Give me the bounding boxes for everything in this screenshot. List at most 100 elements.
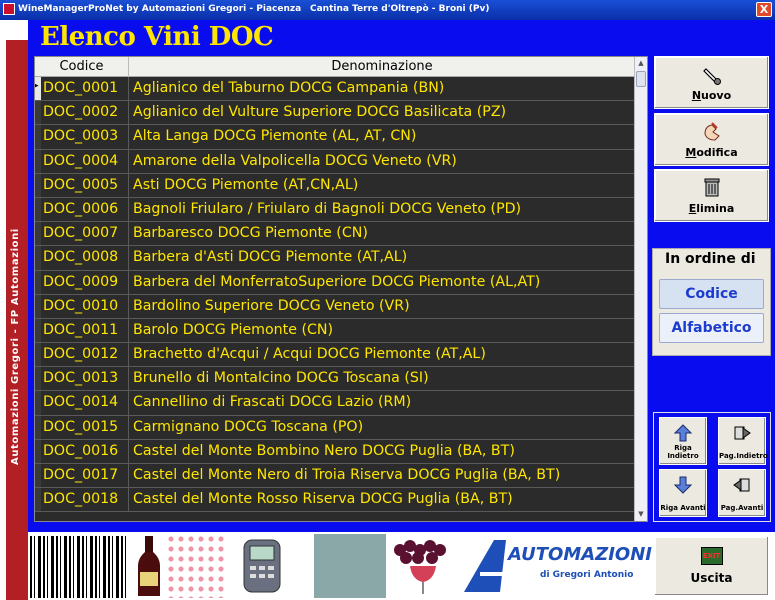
cell-code[interactable]: DOC_0015 <box>41 415 129 439</box>
cell-name[interactable]: Bagnoli Friularo / Friularo di Bagnoli D… <box>129 198 635 221</box>
cell-name[interactable]: Castel del Monte Bombino Nero DOCG Pugli… <box>129 440 635 463</box>
cell-name[interactable]: Bardolino Superiore DOCG Veneto (VR) <box>129 295 635 318</box>
vertical-brand-text: Automazioni Gregori - FP Automazioni <box>10 228 21 465</box>
cell-code[interactable]: DOC_0014 <box>41 391 129 415</box>
table-row[interactable]: DOC_0009 Barbera del MonferratoSuperiore … <box>35 270 635 295</box>
modifica-label: Modifica <box>685 146 738 159</box>
barcode-image <box>30 536 126 598</box>
cell-code[interactable]: DOC_0009 <box>41 270 129 294</box>
left-brand-strip: Automazioni Gregori - FP Automazioni <box>0 20 28 600</box>
cell-code[interactable]: DOC_0018 <box>41 488 129 512</box>
elimina-label: Elimina <box>688 202 735 215</box>
table-row[interactable]: DOC_0002 Aglianico del Vulture Superiore … <box>35 101 635 126</box>
cell-name[interactable]: Brunello di Montalcino DOCG Toscana (SI) <box>129 367 635 390</box>
table-row[interactable]: DOC_0018 Castel del Monte Rosso Riserva D… <box>35 488 635 513</box>
cell-name[interactable]: Barolo DOCG Piemonte (CN) <box>129 319 635 342</box>
table-row[interactable]: DOC_0006 Bagnoli Friularo / Friularo di B… <box>35 197 635 223</box>
cell-name[interactable]: Aglianico del Taburno DOCG Campania (BN) <box>129 77 635 100</box>
nuovo-label: Nuovo <box>691 89 732 102</box>
cell-code[interactable]: DOC_0011 <box>41 318 129 343</box>
table-row[interactable]: DOC_0013 Brunello di Montalcino DOCG Tosc… <box>35 367 635 392</box>
table-row[interactable]: DOC_0017 Castel del Monte Nero di Troia R… <box>35 464 635 489</box>
cell-name[interactable]: Asti DOCG Piemonte (AT,CN,AL) <box>129 174 635 197</box>
column-header-name[interactable]: Denominazione <box>129 57 635 77</box>
cell-code[interactable]: DOC_0002 <box>41 101 129 125</box>
row-back-button[interactable]: Riga Indietro <box>659 417 707 465</box>
cell-code[interactable]: DOC_0008 <box>41 246 129 270</box>
cell-code[interactable]: DOC_0017 <box>41 464 129 488</box>
sort-order-group: In ordine di Codice Alfabetico <box>652 248 771 356</box>
cell-name[interactable]: Barbera del MonferratoSuperiore DOCG Pie… <box>129 271 635 294</box>
scroll-thumb[interactable] <box>636 71 646 87</box>
page-back-button[interactable]: Pag.Indietro <box>718 417 768 465</box>
cell-name[interactable]: Barbera d'Asti DOCG Piemonte (AT,AL) <box>129 246 635 269</box>
app-icon <box>3 3 15 15</box>
trash-can-icon <box>704 178 719 197</box>
sort-alphabetical-button[interactable]: Alfabetico <box>659 313 764 343</box>
wine-bottle-image <box>138 536 160 596</box>
wine-grid[interactable]: Codice Denominazione DOC_0001Aglianico d… <box>34 56 648 522</box>
row-forward-label: Riga Avanti <box>660 504 706 512</box>
row-forward-button[interactable]: Riga Avanti <box>659 469 707 517</box>
cell-code[interactable]: DOC_0006 <box>41 197 129 222</box>
company-name: Cantina Terre d'Oltrepò - Broni (Pv) <box>310 4 490 14</box>
table-row[interactable]: DOC_0001Aglianico del Taburno DOCG Campa… <box>35 77 635 102</box>
column-header-code[interactable]: Codice <box>35 57 129 77</box>
cell-code[interactable]: DOC_0005 <box>41 173 129 197</box>
cell-name[interactable]: Cannellino di Frascati DOCG Lazio (RM) <box>129 391 635 414</box>
page-title: Elenco Vini DOC <box>40 22 274 52</box>
cell-code[interactable]: DOC_0010 <box>41 294 129 318</box>
grid-body: DOC_0001Aglianico del Taburno DOCG Campa… <box>35 77 635 513</box>
close-button[interactable]: X <box>756 2 772 17</box>
cell-name[interactable]: Amarone della Valpolicella DOCG Veneto (… <box>129 150 635 173</box>
table-row[interactable]: DOC_0012 Brachetto d'Acqui / Acqui DOCG P… <box>35 343 635 368</box>
page-forward-label: Pag.Avanti <box>720 504 764 512</box>
table-row[interactable]: DOC_0010 Bardolino Superiore DOCG Veneto … <box>35 294 635 319</box>
cell-name[interactable]: Brachetto d'Acqui / Acqui DOCG Piemonte … <box>129 343 635 366</box>
elimina-button[interactable]: Elimina <box>654 169 769 222</box>
navigation-group: Riga Indietro Pag.Indietro Riga Avanti P… <box>653 412 771 522</box>
nuovo-button[interactable]: Nuovo <box>654 56 769 109</box>
brand-logo: AUTOMAZIONI di Gregori Antonio <box>460 534 652 598</box>
cell-code[interactable]: DOC_0003 <box>41 125 129 149</box>
cell-name[interactable]: Castel del Monte Rosso Riserva DOCG Pugl… <box>129 488 635 511</box>
cell-name[interactable]: Aglianico del Vulture Superiore DOCG Bas… <box>129 101 635 124</box>
table-row[interactable]: DOC_0011 Barolo DOCG Piemonte (CN) <box>35 318 635 344</box>
exit-label: Uscita <box>690 571 733 585</box>
page-down-icon <box>733 478 750 492</box>
scroll-up-arrow-icon[interactable]: ▲ <box>635 57 647 70</box>
scroll-down-arrow-icon[interactable]: ▼ <box>635 508 647 521</box>
grapes-glass-image <box>394 540 446 594</box>
table-row[interactable]: DOC_0003 Alta Langa DOCG Piemonte (AL, AT… <box>35 125 635 150</box>
sort-order-label: In ordine di <box>665 251 756 267</box>
table-row[interactable]: DOC_0015 Carmignano DOCG Toscana (PO) <box>35 415 635 440</box>
cell-code[interactable]: DOC_0016 <box>41 439 129 463</box>
vertical-scrollbar[interactable]: ▲ ▼ <box>634 57 647 521</box>
title-bar: WineManagerProNet by Automazioni Gregori… <box>0 0 775 20</box>
page-forward-button[interactable]: Pag.Avanti <box>718 469 766 517</box>
table-row[interactable]: DOC_0005 Asti DOCG Piemonte (AT,CN,AL) <box>35 173 635 198</box>
cell-code[interactable]: DOC_0007 <box>41 222 129 246</box>
cell-name[interactable]: Alta Langa DOCG Piemonte (AL, AT, CN) <box>129 125 635 148</box>
exit-button[interactable]: EXIT Uscita <box>654 536 769 596</box>
table-row[interactable]: DOC_0016 Castel del Monte Bombino Nero DO… <box>35 439 635 464</box>
table-row[interactable]: DOC_0014 Cannellino di Frascati DOCG Lazi… <box>35 391 635 416</box>
cell-code[interactable]: DOC_0004 <box>41 149 129 173</box>
table-row[interactable]: DOC_0007 Barbaresco DOCG Piemonte (CN) <box>35 222 635 247</box>
cell-code[interactable]: DOC_0001 <box>41 77 129 101</box>
footer-strip: AUTOMAZIONI di Gregori Antonio EXIT Usci… <box>28 532 775 600</box>
page-up-icon <box>734 426 751 440</box>
bottle-opener-icon <box>702 68 721 85</box>
table-row[interactable]: DOC_0004 Amarone della Valpolicella DOCG … <box>35 149 635 174</box>
barcode-scanner-image <box>243 539 281 593</box>
cell-name[interactable]: Carmignano DOCG Toscana (PO) <box>129 416 635 439</box>
cell-code[interactable]: DOC_0012 <box>41 343 129 367</box>
cell-code[interactable]: DOC_0013 <box>41 367 129 391</box>
sort-by-code-button[interactable]: Codice <box>659 279 764 309</box>
page-back-label: Pag.Indietro <box>719 452 768 460</box>
cell-name[interactable]: Barbaresco DOCG Piemonte (CN) <box>129 222 635 245</box>
cell-name[interactable]: Castel del Monte Nero di Troia Riserva D… <box>129 464 635 487</box>
table-row[interactable]: DOC_0008 Barbera d'Asti DOCG Piemonte (AT… <box>35 246 635 271</box>
modifica-button[interactable]: Modifica <box>654 113 769 166</box>
window-title: WineManagerProNet by Automazioni Gregori… <box>18 4 302 14</box>
